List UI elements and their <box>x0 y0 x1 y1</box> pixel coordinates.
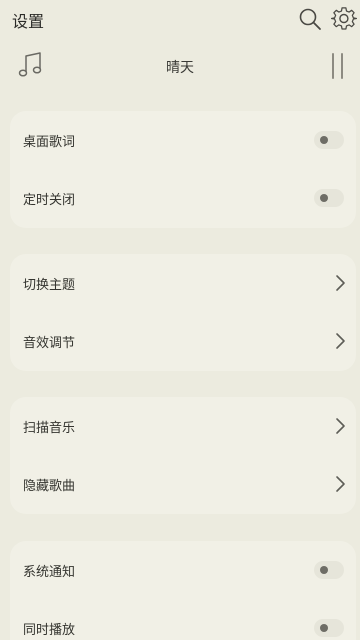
setting-label: 音效调节 <box>23 336 76 351</box>
setting-label: 桌面歌词 <box>23 135 76 150</box>
setting-row-hidden-songs[interactable]: 隐藏歌曲 <box>10 455 356 513</box>
toggle-knob <box>320 136 328 144</box>
now-playing-title: 晴天 <box>166 60 194 76</box>
chevron-right-icon[interactable] <box>334 274 346 292</box>
chevron-right-icon[interactable] <box>334 475 346 493</box>
now-playing-bar[interactable]: 晴天 <box>0 48 360 84</box>
setting-label: 定时关闭 <box>23 193 76 208</box>
toggle-switch[interactable] <box>314 131 344 149</box>
search-icon <box>299 8 321 30</box>
setting-row-desktop-lyrics[interactable]: 桌面歌词 <box>10 111 356 169</box>
setting-label: 隐藏歌曲 <box>23 479 76 494</box>
toggle-switch[interactable] <box>314 189 344 207</box>
setting-row-switch-theme[interactable]: 切换主题 <box>10 254 356 312</box>
pause-icon <box>332 53 334 79</box>
setting-row-sound-effects[interactable]: 音效调节 <box>10 312 356 370</box>
settings-screen: 设置 晴天 桌面歌词 定时关闭 切换主题 音效调节 扫描音乐 隐藏歌曲 系统通知… <box>0 0 360 640</box>
page-title: 设置 <box>12 12 45 31</box>
top-bar: 设置 <box>0 0 360 40</box>
toggle-knob <box>320 194 328 202</box>
setting-label: 扫描音乐 <box>23 421 76 436</box>
setting-row-system-notification[interactable]: 系统通知 <box>10 541 356 599</box>
chevron-right-icon[interactable] <box>334 332 346 350</box>
settings-group: 切换主题 音效调节 <box>10 254 356 371</box>
setting-row-scan-music[interactable]: 扫描音乐 <box>10 397 356 455</box>
chevron-right-icon[interactable] <box>334 417 346 435</box>
pause-button[interactable] <box>328 53 348 79</box>
toggle-switch[interactable] <box>314 619 344 637</box>
toggle-knob <box>320 624 328 632</box>
settings-group: 系统通知 同时播放 <box>10 541 356 640</box>
toggle-switch[interactable] <box>314 561 344 579</box>
setting-row-simultaneous-play[interactable]: 同时播放 <box>10 599 356 640</box>
settings-group: 扫描音乐 隐藏歌曲 <box>10 397 356 514</box>
setting-row-sleep-timer[interactable]: 定时关闭 <box>10 169 356 227</box>
settings-group: 桌面歌词 定时关闭 <box>10 111 356 228</box>
pause-icon <box>341 53 343 79</box>
gear-icon <box>330 7 358 30</box>
setting-label: 同时播放 <box>23 623 76 638</box>
setting-label: 切换主题 <box>23 278 76 293</box>
search-button[interactable] <box>298 7 322 31</box>
toggle-knob <box>320 566 328 574</box>
setting-label: 系统通知 <box>23 565 76 580</box>
settings-button[interactable] <box>330 6 358 32</box>
